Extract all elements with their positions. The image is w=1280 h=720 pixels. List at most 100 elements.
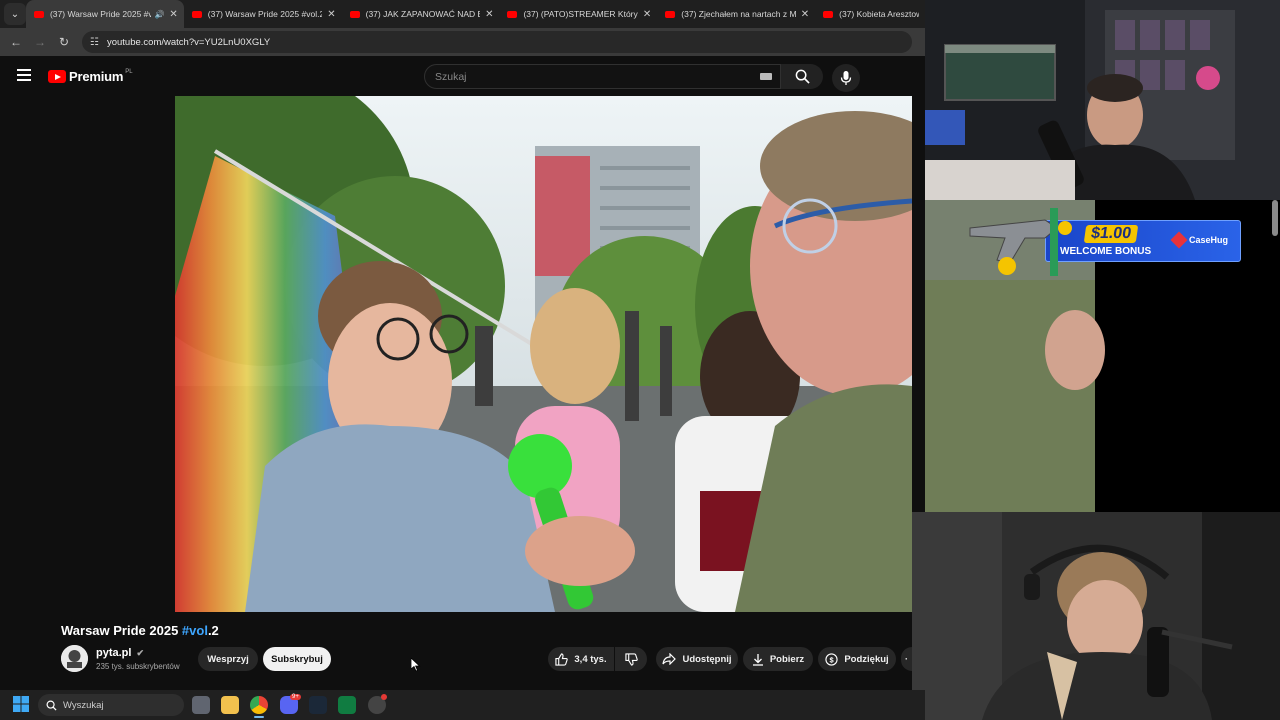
search-icon <box>46 700 57 711</box>
browser-tab[interactable]: (37) Kobieta Aresztowana <box>815 0 925 28</box>
support-button[interactable]: Wesprzyj <box>198 647 258 671</box>
browser-tab[interactable]: (37) Zjechałem na nartach z Mount ✕ <box>657 0 815 28</box>
taskbar-search-input[interactable]: Wyszukaj <box>38 694 184 716</box>
download-button[interactable]: Pobierz <box>743 647 813 671</box>
task-view-icon[interactable] <box>192 696 210 714</box>
subscriber-count: 235 tys. subskrybentów <box>96 662 180 671</box>
youtube-masthead: Premium PL Szukaj <box>0 56 925 96</box>
tab-title: (37) Warsaw Pride 2025 #vol.2 <box>49 9 152 19</box>
title-text: Warsaw Pride 2025 <box>61 623 182 638</box>
site-info-icon[interactable]: ☷ <box>90 37 99 48</box>
gun-icon <box>969 208 1072 276</box>
download-icon <box>752 653 763 666</box>
video-player[interactable] <box>175 96 912 612</box>
share-label: Udostępnij <box>682 653 732 665</box>
taskbar-search-placeholder: Wyszukaj <box>63 699 104 711</box>
ad-amount: $1.00 <box>1083 225 1139 243</box>
thanks-button[interactable]: $ Podziękuj <box>818 647 896 671</box>
search-button[interactable] <box>781 64 823 89</box>
search-placeholder: Szukaj <box>435 70 467 83</box>
excel-icon[interactable] <box>338 696 356 714</box>
channel-avatar-image <box>61 645 88 672</box>
close-tab-icon[interactable]: ✕ <box>169 9 177 20</box>
country-code: PL <box>125 68 133 75</box>
url-text: youtube.com/watch?v=YU2LnU0XGLY <box>106 36 271 48</box>
windows-start-icon[interactable] <box>13 696 29 712</box>
tab-strip: ⌄ (37) Warsaw Pride 2025 #vol.2 🔊 ✕ (37)… <box>0 0 925 28</box>
browser-tab[interactable]: (37) (PATO)STREAMER Który NIE ✕ <box>499 0 657 28</box>
youtube-favicon-icon <box>33 10 44 18</box>
tab-title: (37) Kobieta Aresztowana <box>839 9 919 19</box>
keyboard-icon[interactable] <box>760 73 772 80</box>
video-frame-image <box>175 96 912 612</box>
tab-search-button[interactable]: ⌄ <box>4 3 26 25</box>
close-tab-icon[interactable]: ✕ <box>643 9 651 20</box>
chrome-icon[interactable] <box>250 696 268 714</box>
notification-badge: 9+ <box>290 694 301 700</box>
steam-icon[interactable] <box>309 696 327 714</box>
sponsor-overlay: $1.00 WELCOME BONUS CaseHug <box>925 200 1280 512</box>
download-label: Pobierz <box>769 653 805 665</box>
youtube-favicon-icon <box>823 10 834 18</box>
menu-icon[interactable] <box>17 69 31 81</box>
avatar[interactable] <box>61 645 88 672</box>
active-app-indicator <box>254 716 264 718</box>
tab-title: (37) (PATO)STREAMER Który NIE <box>523 9 638 19</box>
tab-title: (37) Zjechałem na nartach z Mount <box>681 9 796 19</box>
mouse-cursor-icon <box>411 658 421 672</box>
like-button[interactable]: 3,4 tys. <box>548 647 614 671</box>
webcam-bottom-feed <box>912 512 1280 720</box>
youtube-logo[interactable]: Premium PL <box>48 69 133 84</box>
browser-tab[interactable]: (37) JAK ZAPANOWAĆ NAD BYCIEM ✕ <box>342 0 500 28</box>
chevron-down-icon: ⌄ <box>10 8 20 20</box>
file-explorer-icon[interactable] <box>221 696 239 714</box>
webcam-image <box>925 0 1280 200</box>
close-tab-icon[interactable]: ✕ <box>485 9 493 20</box>
more-actions-button[interactable]: · <box>901 647 912 671</box>
svg-text:$: $ <box>830 655 835 664</box>
tab-title: (37) JAK ZAPANOWAĆ NAD BYCIEM <box>365 9 480 19</box>
search-input[interactable]: Szukaj <box>424 64 781 89</box>
hashtag-link[interactable]: #vol <box>182 623 208 638</box>
recording-indicator <box>381 694 387 700</box>
logo-text: Premium <box>69 69 124 84</box>
voice-search-button[interactable] <box>832 64 860 92</box>
thanks-icon: $ <box>825 652 838 666</box>
thanks-label: Podziękuj <box>844 653 889 665</box>
back-arrow-icon[interactable]: ← <box>4 35 28 49</box>
ad-brand-text: CaseHug <box>1189 235 1229 245</box>
youtube-favicon-icon <box>349 10 360 18</box>
tab-title: (37) Warsaw Pride 2025 #vol.2 <box>207 9 323 19</box>
channel-name[interactable]: pyta.pl ✔ <box>96 647 144 659</box>
reload-icon[interactable]: ↻ <box>52 35 76 49</box>
close-tab-icon[interactable]: ✕ <box>801 9 809 20</box>
youtube-favicon-icon <box>507 10 518 18</box>
toolbar: ← → ↻ ☷ youtube.com/watch?v=YU2LnU0XGLY <box>0 28 925 56</box>
close-tab-icon[interactable]: ✕ <box>327 9 335 20</box>
share-icon <box>662 653 677 665</box>
address-bar[interactable]: ☷ youtube.com/watch?v=YU2LnU0XGLY <box>82 31 912 53</box>
scrollbar[interactable] <box>1272 200 1278 236</box>
youtube-play-icon <box>48 70 66 83</box>
browser-tab[interactable]: (37) Warsaw Pride 2025 #vol.2 ✕ <box>184 0 342 28</box>
speaker-icon[interactable]: 🔊 <box>154 10 164 19</box>
taskbar: Wyszukaj <box>0 690 925 720</box>
search-icon <box>795 69 810 84</box>
dislike-button[interactable] <box>615 647 647 671</box>
subscribe-button[interactable]: Subskrybuj <box>263 647 331 671</box>
forward-arrow-icon[interactable]: → <box>28 35 52 49</box>
browser-tab[interactable]: (37) Warsaw Pride 2025 #vol.2 🔊 ✕ <box>25 0 184 28</box>
channel-name-text: pyta.pl <box>96 647 132 659</box>
ad-label: WELCOME BONUS <box>1060 246 1152 257</box>
microphone-icon <box>840 71 852 85</box>
casehug-logo-icon <box>1170 231 1188 249</box>
title-text-suffix: .2 <box>207 623 219 638</box>
webcam-image <box>912 512 1280 720</box>
share-button[interactable]: Udostępnij <box>656 647 738 671</box>
webcam-top-feed <box>925 0 1280 200</box>
like-count: 3,4 tys. <box>574 653 607 665</box>
video-title: Warsaw Pride 2025 #vol.2 <box>61 623 219 638</box>
youtube-favicon-icon <box>665 10 676 18</box>
ad-brand: CaseHug <box>1170 231 1229 249</box>
youtube-favicon-icon <box>191 10 202 18</box>
